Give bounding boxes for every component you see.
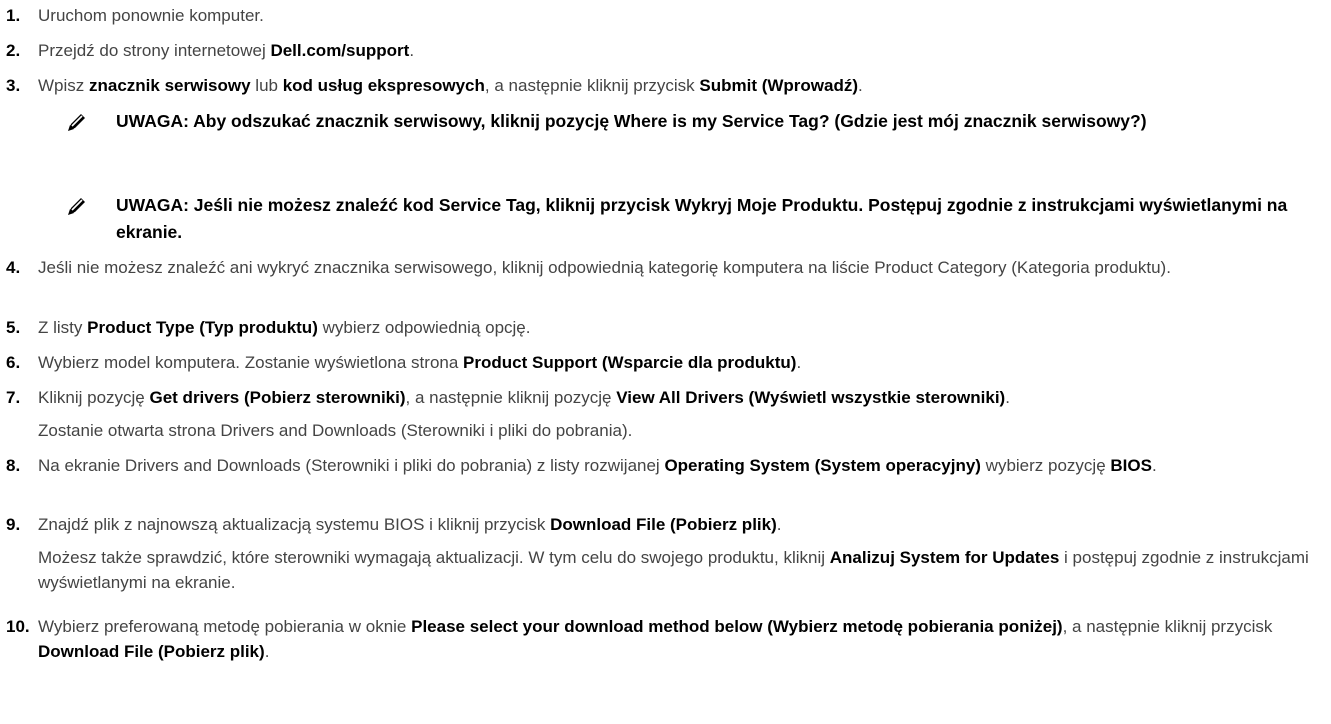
emphasis-text: Product Support (Wsparcie dla produktu)	[463, 353, 797, 372]
step-number: 3.	[6, 76, 21, 95]
emphasis-text: kod usług ekspresowych	[282, 76, 485, 95]
emphasis-text: Please select your download method below…	[411, 617, 1063, 636]
step-text: Uruchom ponownie komputer.	[38, 6, 264, 25]
emphasis-text: Product Type (Typ produktu)	[87, 318, 318, 337]
step-text: Jeśli nie możesz znaleźć ani wykryć znac…	[38, 258, 1171, 277]
step-number: 2.	[6, 41, 21, 60]
step-number: 5.	[6, 318, 21, 337]
step-7-result: Zostanie otwarta strona Drivers and Down…	[38, 421, 633, 440]
step-number: 10.	[6, 617, 30, 636]
step-text: Znajdź plik z najnowszą aktualizacją sys…	[38, 515, 782, 534]
step-number: 8.	[6, 456, 21, 475]
instructions-document: 1. Uruchom ponownie komputer. 2. Przejdź…	[0, 0, 1331, 724]
step-number: 9.	[6, 515, 21, 534]
step-number: 4.	[6, 258, 21, 277]
emphasis-text: Download File (Pobierz plik)	[550, 515, 777, 534]
step-number: 7.	[6, 388, 21, 407]
step-text: Na ekranie Drivers and Downloads (Sterow…	[38, 456, 1157, 475]
step-text: Wpisz znacznik serwisowy lub kod usług e…	[38, 76, 863, 95]
step-text: Przejdź do strony internetowej Dell.com/…	[38, 41, 415, 60]
emphasis-text: Submit (Wprowadź)	[699, 76, 859, 95]
step-9-tip: Możesz także sprawdzić, które sterowniki…	[38, 548, 1309, 592]
emphasis-text: View All Drivers (Wyświetl wszystkie ste…	[616, 388, 1006, 407]
step-number: 6.	[6, 353, 21, 372]
step-text: Wybierz model komputera. Zostanie wyświe…	[38, 353, 802, 372]
pencil-note-icon	[66, 195, 88, 217]
emphasis-text: Dell.com/support	[270, 41, 410, 60]
emphasis-text: Analizuj System for Updates	[829, 548, 1060, 567]
emphasis-text: BIOS	[1110, 456, 1152, 475]
pencil-note-icon	[66, 111, 88, 133]
step-text: Z listy Product Type (Typ produktu) wybi…	[38, 318, 531, 337]
emphasis-text: znacznik serwisowy	[89, 76, 251, 95]
emphasis-text: Get drivers (Pobierz sterowniki)	[149, 388, 406, 407]
note-text: UWAGA: Aby odszukać znacznik serwisowy, …	[116, 111, 1147, 131]
emphasis-text: Download File (Pobierz plik)	[38, 642, 265, 661]
step-text: Wybierz preferowaną metodę pobierania w …	[38, 617, 1273, 661]
note-text: UWAGA: Jeśli nie możesz znaleźć kod Serv…	[116, 195, 1288, 242]
emphasis-text: Operating System (System operacyjny)	[664, 456, 981, 475]
step-text: Kliknij pozycję Get drivers (Pobierz ste…	[38, 388, 1010, 407]
step-number: 1.	[6, 6, 21, 25]
